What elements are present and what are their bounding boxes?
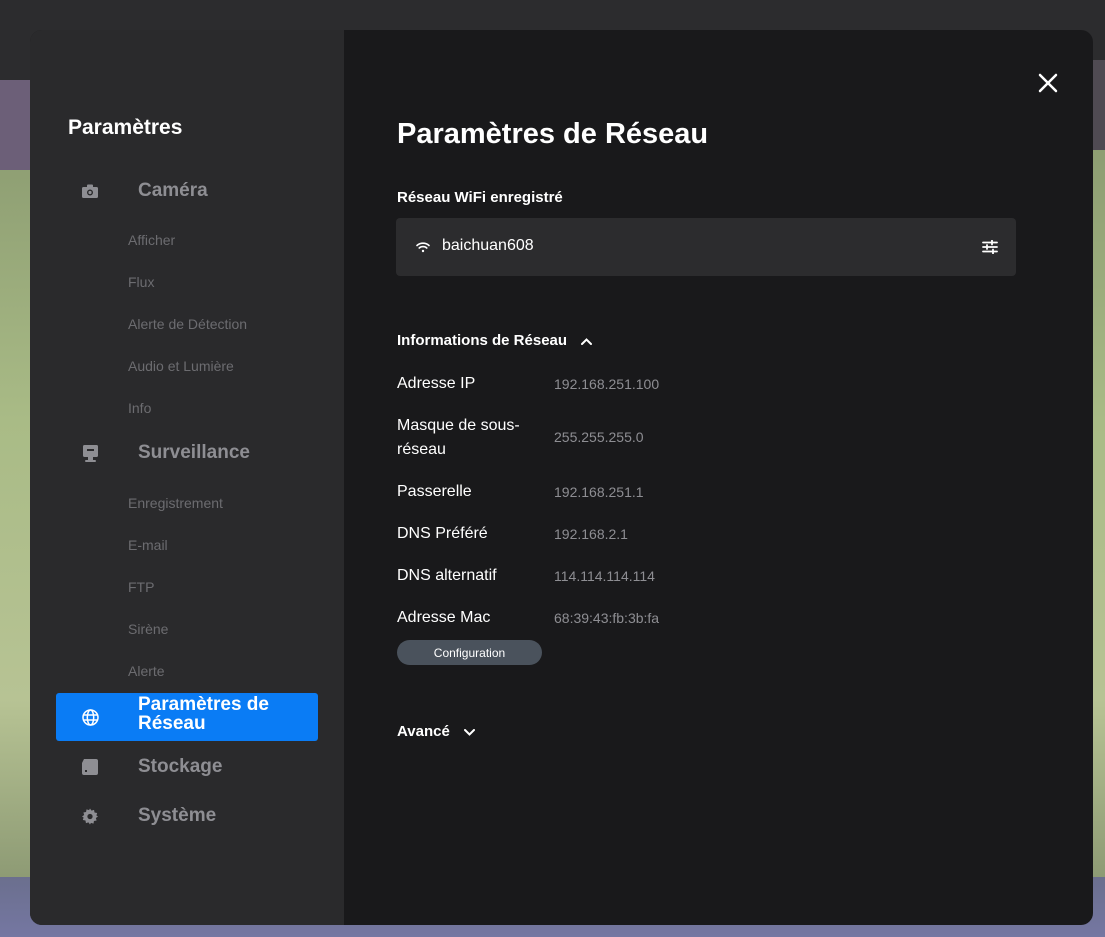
sidebar-section-system[interactable]: Système (30, 796, 344, 836)
info-key: DNS Préféré (397, 525, 488, 542)
info-value: 192.168.251.100 (554, 376, 660, 392)
settings-sidebar: Paramètres Caméra Afficher Flux Alerte d… (30, 30, 344, 925)
network-info-toggle[interactable]: Informations de Réseau (397, 332, 593, 349)
wifi-section-heading: Réseau WiFi enregistré (397, 189, 563, 206)
sidebar-section-surveillance[interactable]: Surveillance (30, 433, 344, 473)
gear-icon (82, 808, 98, 824)
sidebar-section-network[interactable]: Paramètres de Réseau (56, 693, 318, 741)
info-key: DNS alternatif (397, 567, 497, 584)
configuration-button[interactable]: Configuration (397, 640, 542, 665)
settings-sliders-icon[interactable] (982, 239, 998, 259)
sidebar-section-camera[interactable]: Caméra (30, 171, 344, 211)
info-key: Adresse Mac (397, 609, 491, 626)
sidebar-section-label: Caméra (138, 180, 208, 201)
sidebar-item-sirene[interactable]: Sirène (128, 621, 168, 637)
close-button[interactable] (1035, 70, 1061, 96)
chevron-up-icon (581, 337, 593, 345)
settings-modal: Paramètres Caméra Afficher Flux Alerte d… (30, 30, 1093, 925)
settings-content: Paramètres de Réseau Réseau WiFi enregis… (344, 30, 1093, 925)
page-title: Paramètres de Réseau (397, 118, 709, 150)
close-icon (1038, 73, 1058, 93)
sidebar-item-audio-lumiere[interactable]: Audio et Lumière (128, 358, 234, 374)
sidebar-section-label: Stockage (138, 756, 223, 777)
info-key: Passerelle (397, 483, 472, 500)
info-key: Masque de sous-réseau (397, 417, 520, 458)
sidebar-section-label: Système (138, 805, 217, 826)
info-value: 68:39:43:fb:3b:fa (554, 610, 660, 626)
info-value: 255.255.255.0 (554, 429, 644, 445)
storage-icon (82, 759, 98, 775)
sidebar-section-label: Surveillance (138, 442, 250, 463)
sidebar-section-label: Paramètres de Réseau (138, 694, 269, 734)
info-value: 114.114.114.114 (554, 568, 655, 584)
advanced-heading: Avancé (397, 723, 450, 740)
sidebar-item-enregistrement[interactable]: Enregistrement (128, 495, 223, 511)
info-key: Adresse IP (397, 375, 476, 392)
sidebar-item-email[interactable]: E-mail (128, 537, 168, 553)
wifi-ssid: baichuan608 (442, 237, 534, 254)
globe-icon (82, 709, 99, 726)
sidebar-item-flux[interactable]: Flux (128, 274, 154, 290)
sidebar-item-afficher[interactable]: Afficher (128, 232, 175, 248)
wifi-icon (416, 240, 430, 258)
saved-wifi-network[interactable]: baichuan608 (396, 218, 1016, 276)
info-value: 192.168.2.1 (554, 526, 628, 542)
monitor-icon (82, 444, 98, 462)
sidebar-section-storage[interactable]: Stockage (30, 747, 344, 787)
sidebar-item-info[interactable]: Info (128, 400, 151, 416)
camera-icon (82, 183, 98, 199)
chevron-down-icon (463, 728, 475, 736)
advanced-toggle[interactable]: Avancé (397, 723, 475, 740)
sidebar-item-ftp[interactable]: FTP (128, 579, 154, 595)
info-value: 192.168.251.1 (554, 484, 644, 500)
sidebar-item-alerte[interactable]: Alerte (128, 663, 165, 679)
sidebar-title: Paramètres (68, 116, 183, 139)
network-info-heading: Informations de Réseau (397, 332, 568, 349)
sidebar-item-alerte-detection[interactable]: Alerte de Détection (128, 316, 247, 332)
